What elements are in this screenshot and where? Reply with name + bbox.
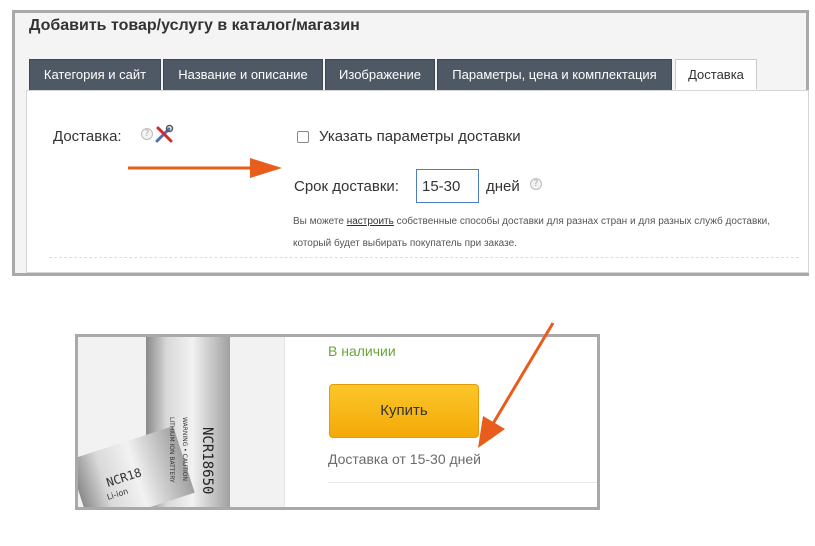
term-input[interactable]: [416, 169, 479, 203]
configure-link[interactable]: настроить: [347, 216, 394, 227]
tab-name-description[interactable]: Название и описание: [163, 59, 323, 90]
tools-icon[interactable]: [154, 124, 174, 144]
product-card: NCR18650 WARNING • CAUTION LITHIUM ION B…: [75, 334, 600, 510]
tab-image[interactable]: Изображение: [325, 59, 435, 90]
tab-params-price[interactable]: Параметры, цена и комплектация: [437, 59, 672, 90]
checkbox-label: Указать параметры доставки: [319, 128, 521, 145]
divider: [328, 482, 597, 483]
add-product-panel: Добавить товар/услугу в каталог/магазин …: [12, 10, 809, 276]
vertical-divider: [284, 337, 285, 507]
divider: [49, 257, 799, 258]
panel-title: Добавить товар/услугу в каталог/магазин: [29, 17, 360, 34]
tab-delivery[interactable]: Доставка: [675, 59, 757, 90]
delivery-note: Вы можете настроить собственные способы …: [293, 211, 793, 255]
delivery-label: Доставка:: [53, 128, 122, 145]
stock-status: В наличии: [328, 343, 396, 359]
help-icon[interactable]: ?: [530, 178, 542, 190]
battery-text: NCR18650: [199, 427, 215, 494]
checkbox-icon[interactable]: [297, 130, 309, 143]
delivery-info: Доставка от 15-30 дней: [328, 451, 481, 467]
tab-content-delivery: Доставка: ? Указать параметры доставки С…: [26, 90, 809, 273]
term-unit: дней: [486, 178, 520, 195]
term-label: Срок доставки:: [294, 178, 399, 195]
battery-image: NCR18650 WARNING • CAUTION LITHIUM ION B…: [78, 337, 284, 507]
note-text-1: Вы можете: [293, 216, 347, 227]
svg-text:WARNING • CAUTION: WARNING • CAUTION: [181, 417, 188, 481]
buy-button[interactable]: Купить: [329, 384, 479, 438]
svg-text:LITHIUM ION BATTERY: LITHIUM ION BATTERY: [168, 417, 175, 483]
help-icon[interactable]: ?: [141, 128, 153, 140]
tab-category[interactable]: Категория и сайт: [29, 59, 161, 90]
delivery-params-option[interactable]: Указать параметры доставки: [297, 128, 521, 145]
